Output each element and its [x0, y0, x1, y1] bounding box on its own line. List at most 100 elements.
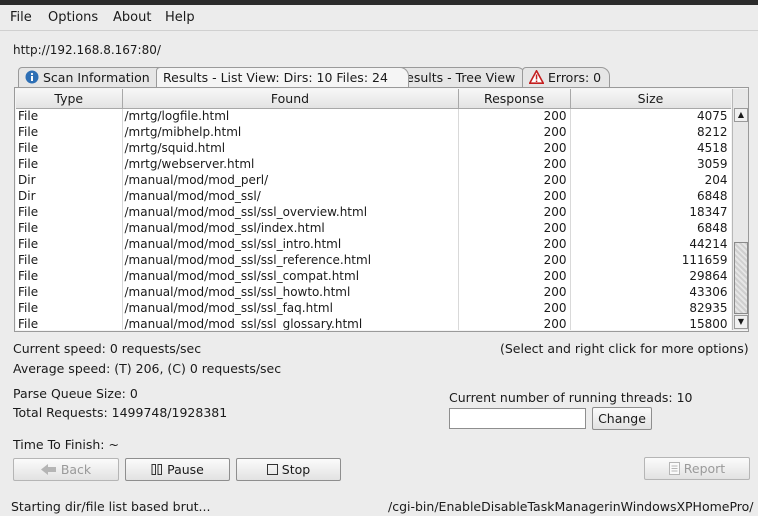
cell-size: 4075 [570, 108, 731, 124]
cell-size: 82935 [570, 300, 731, 316]
back-label: Back [60, 462, 92, 477]
cell-response: 200 [458, 236, 571, 252]
cell-type: File [16, 300, 123, 316]
pause-icon [151, 462, 167, 477]
cell-found: /manual/mod/mod_ssl/ssl_reference.html [122, 252, 459, 268]
stop-label: Stop [281, 462, 311, 477]
results-table-container: Type Found Response Size File/mrtg/logfi… [16, 89, 731, 330]
cell-response: 200 [458, 220, 571, 236]
cell-response: 200 [458, 124, 571, 140]
cell-type: File [16, 284, 123, 300]
cell-size: 15800 [570, 316, 731, 330]
table-row[interactable]: File/manual/mod/mod_ssl/ssl_compat.html 2… [16, 268, 731, 284]
cell-type: File [16, 236, 123, 252]
cell-type: Dir [16, 172, 123, 188]
cell-found: /manual/mod/mod_ssl/ssl_glossary.html [122, 316, 459, 330]
cell-type: File [16, 268, 123, 284]
tab-label: Errors: 0 [548, 70, 602, 85]
cell-found: /manual/mod/mod_ssl/ssl_intro.html [122, 236, 459, 252]
status-current-path: /cgi-bin/EnableDisableTaskManagerinWindo… [388, 499, 754, 514]
cell-size: 44214 [570, 236, 731, 252]
cell-found: /mrtg/mibhelp.html [122, 124, 459, 140]
cell-response: 200 [458, 140, 571, 156]
running-threads: Current number of running threads: 10 [449, 390, 693, 405]
table-header-row: Type Found Response Size [16, 89, 731, 109]
table-row[interactable]: File/mrtg/mibhelp.html 200 8212 [16, 124, 731, 140]
info-icon [25, 70, 39, 87]
scrollbar-thumb[interactable] [734, 242, 748, 314]
cell-response: 200 [458, 268, 571, 284]
cell-size: 111659 [570, 252, 731, 268]
cell-type: File [16, 316, 123, 330]
results-panel: Type Found Response Size File/mrtg/logfi… [14, 87, 749, 332]
change-button[interactable]: Change [592, 407, 652, 430]
table-row[interactable]: Dir/manual/mod/mod_perl/200 204 [16, 172, 731, 188]
report-icon [668, 461, 684, 476]
table-row[interactable]: File/manual/mod/mod_ssl/ssl_faq.html 200 8… [16, 300, 731, 316]
table-row[interactable]: File/manual/mod/mod_ssl/ssl_reference.ht… [16, 252, 731, 268]
table-row[interactable]: File/manual/mod/mod_ssl/ssl_overview.htm… [16, 204, 731, 220]
column-header-response[interactable]: Response [458, 89, 571, 109]
stop-button[interactable]: Stop [236, 458, 341, 481]
table-row[interactable]: Dir/manual/mod/mod_ssl/200 6848 [16, 188, 731, 204]
cell-found: /manual/mod/mod_ssl/ssl_compat.html [122, 268, 459, 284]
cell-response: 200 [458, 284, 571, 300]
cell-type: File [16, 156, 123, 172]
column-header-type[interactable]: Type [16, 89, 123, 109]
menu-about[interactable]: About [113, 10, 151, 25]
cell-size: 6848 [570, 220, 731, 236]
cell-found: /manual/mod/mod_ssl/ [122, 188, 459, 204]
menu-help[interactable]: Help [165, 10, 195, 25]
vertical-scrollbar[interactable]: ▲ ▼ [732, 89, 748, 330]
table-row[interactable]: File/manual/mod/mod_ssl/ssl_intro.html 20… [16, 236, 731, 252]
stop-icon [266, 462, 282, 477]
table-row[interactable]: File/manual/mod/mod_ssl/index.html 200 684… [16, 220, 731, 236]
cell-response: 200 [458, 156, 571, 172]
cell-size: 43306 [570, 284, 731, 300]
tab-tree-view[interactable]: Results - Tree View [391, 67, 526, 87]
menu-file[interactable]: File [10, 10, 32, 25]
table-row[interactable]: File/mrtg/squid.html 200 4518 [16, 140, 731, 156]
tab-list-view[interactable]: Results - List View: Dirs: 10 Files: 24 [156, 67, 409, 87]
tab-errors[interactable]: Errors: 0 [522, 67, 610, 87]
menu-options[interactable]: Options [48, 10, 98, 25]
cell-type: File [16, 220, 123, 236]
results-table: Type Found Response Size File/mrtg/logfi… [16, 89, 731, 330]
cell-response: 200 [458, 108, 571, 124]
back-arrow-icon [40, 462, 61, 477]
tab-label: Scan Information [43, 70, 150, 85]
cell-found: /manual/mod/mod_ssl/ssl_overview.html [122, 204, 459, 220]
pause-button[interactable]: Pause [125, 458, 230, 481]
cell-response: 200 [458, 300, 571, 316]
table-row[interactable]: File/manual/mod/mod_ssl/ssl_howto.html 20… [16, 284, 731, 300]
tab-label: Results - List View: Dirs: 10 Files: 24 [163, 70, 388, 85]
cell-type: Dir [16, 188, 123, 204]
cell-response: 200 [458, 204, 571, 220]
parse-queue-size: Parse Queue Size: 0 [13, 386, 138, 401]
cell-size: 6848 [570, 188, 731, 204]
cell-size: 4518 [570, 140, 731, 156]
tab-scan-information[interactable]: Scan Information [18, 67, 168, 87]
back-button[interactable]: Back [13, 458, 119, 481]
cell-response: 200 [458, 172, 571, 188]
cell-size: 204 [570, 172, 731, 188]
scroll-down-arrow-icon[interactable]: ▼ [734, 315, 748, 329]
column-header-found[interactable]: Found [122, 89, 459, 109]
table-row[interactable]: File/mrtg/webserver.html 200 3059 [16, 156, 731, 172]
cell-found: /manual/mod/mod_ssl/ssl_faq.html [122, 300, 459, 316]
tab-label: Results - Tree View [398, 70, 516, 85]
report-button[interactable]: Report [644, 457, 750, 480]
cell-size: 18347 [570, 204, 731, 220]
cell-found: /mrtg/webserver.html [122, 156, 459, 172]
column-header-size[interactable]: Size [570, 89, 731, 109]
cell-type: File [16, 204, 123, 220]
menu-bar: File Options About Help [0, 5, 758, 31]
time-to-finish: Time To Finish: ~ [13, 437, 119, 452]
cell-size: 8212 [570, 124, 731, 140]
table-row[interactable]: File/mrtg/logfile.html 200 4075 [16, 108, 731, 124]
table-row[interactable]: File/manual/mod/mod_ssl/ssl_glossary.htm… [16, 316, 731, 330]
threads-input[interactable] [449, 408, 586, 429]
scroll-up-arrow-icon[interactable]: ▲ [734, 108, 748, 122]
cell-found: /mrtg/squid.html [122, 140, 459, 156]
cell-type: File [16, 140, 123, 156]
